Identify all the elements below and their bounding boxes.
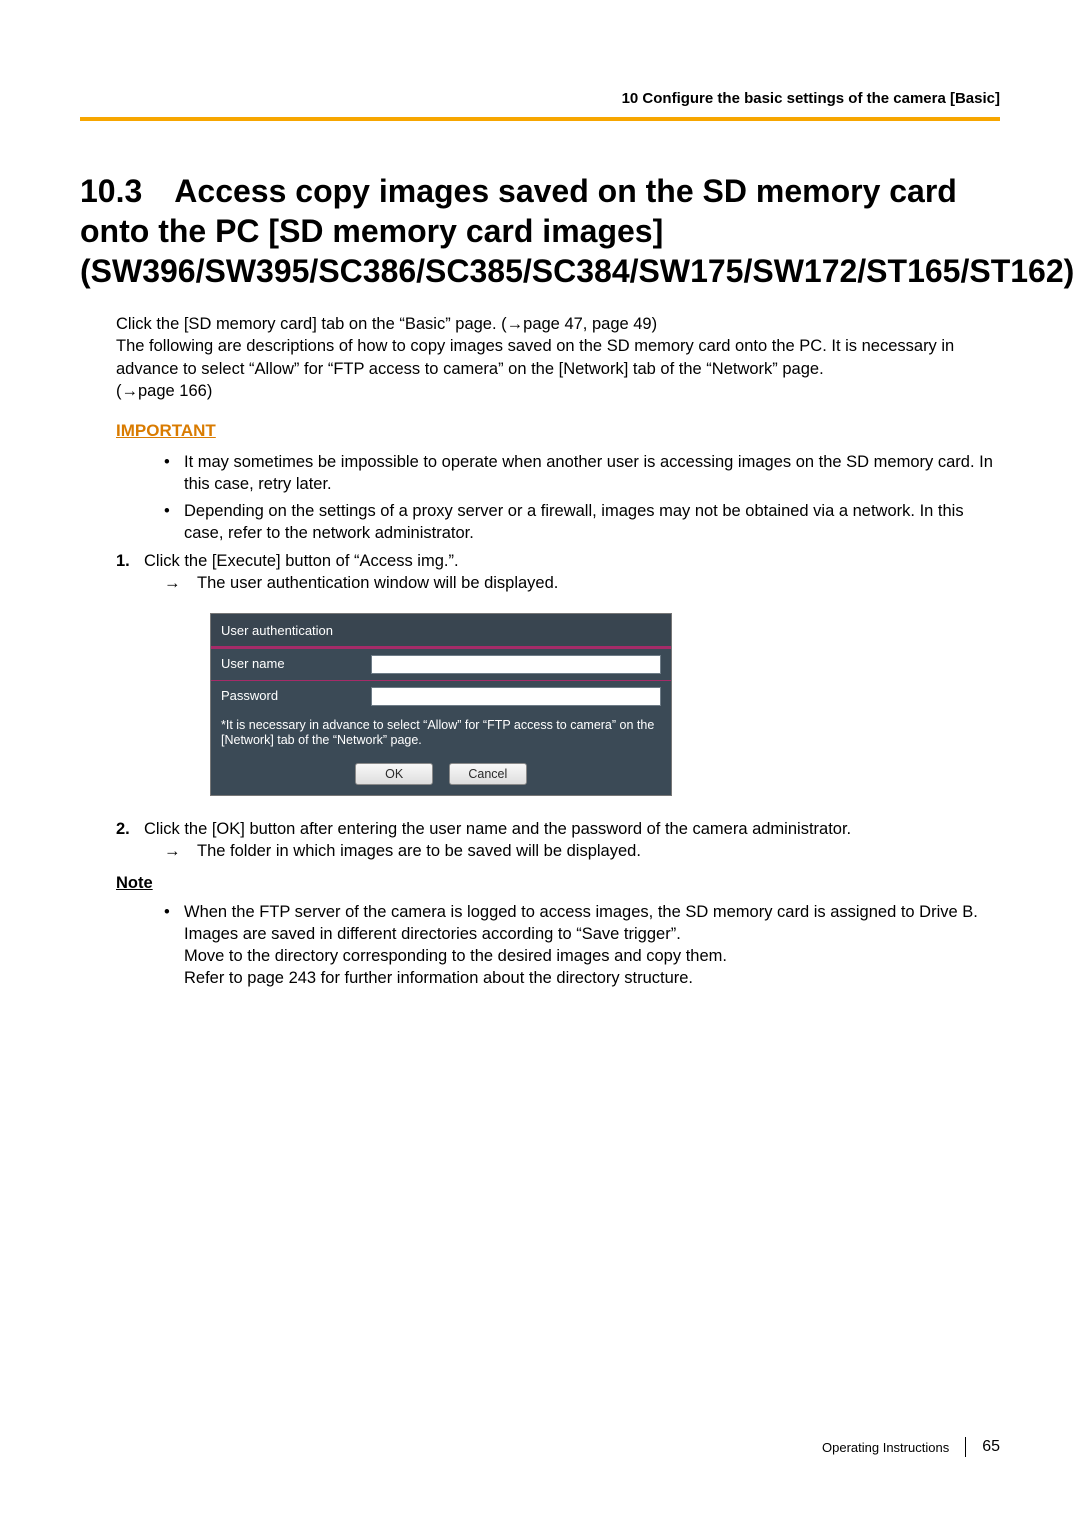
step-2-number: 2. bbox=[116, 818, 130, 840]
note-item-1-line-3: Move to the directory corresponding to t… bbox=[184, 947, 727, 965]
password-label: Password bbox=[221, 687, 371, 705]
footer-doc-title: Operating Instructions bbox=[822, 1440, 949, 1455]
note-item-1-line-2: Images are saved in different directorie… bbox=[184, 925, 681, 943]
cancel-button[interactable]: Cancel bbox=[449, 763, 527, 785]
intro-3a: ( bbox=[116, 382, 122, 400]
username-input[interactable] bbox=[371, 655, 661, 674]
dialog-footnote: *It is necessary in advance to select “A… bbox=[211, 712, 671, 757]
note-item-1-line-4: Refer to page 243 for further informatio… bbox=[184, 969, 693, 987]
username-row: User name bbox=[211, 648, 671, 680]
footer-separator bbox=[965, 1437, 966, 1457]
note-item-1: When the FTP server of the camera is log… bbox=[164, 901, 1000, 990]
step-1-number: 1. bbox=[116, 550, 130, 572]
important-item-1: It may sometimes be impossible to operat… bbox=[164, 451, 1000, 496]
user-auth-dialog: User authentication User name Password *… bbox=[210, 613, 672, 796]
intro-3b: page 166) bbox=[138, 382, 212, 400]
note-heading: Note bbox=[116, 872, 1000, 894]
header-rule bbox=[80, 117, 1000, 121]
footer-page-number: 65 bbox=[982, 1438, 1000, 1456]
step-2-text: Click the [OK] button after entering the… bbox=[144, 820, 851, 838]
running-header: 10 Configure the basic settings of the c… bbox=[80, 90, 1000, 107]
important-item-2: Depending on the settings of a proxy ser… bbox=[164, 500, 1000, 545]
intro-line-1: Click the [SD memory card] tab on the “B… bbox=[116, 313, 1000, 335]
step-1-result: → The user authentication window will be… bbox=[164, 572, 1000, 594]
page-footer: Operating Instructions 65 bbox=[822, 1437, 1000, 1457]
ok-button[interactable]: OK bbox=[355, 763, 433, 785]
password-input[interactable] bbox=[371, 687, 661, 706]
note-item-1-line-1: When the FTP server of the camera is log… bbox=[184, 903, 978, 921]
intro-line-3: (→page 166) bbox=[116, 380, 1000, 402]
section-title: 10.3 Access copy images saved on the SD … bbox=[80, 171, 1000, 291]
important-heading: IMPORTANT bbox=[116, 420, 1000, 443]
intro-line-2: The following are descriptions of how to… bbox=[116, 335, 1000, 380]
step-1-text: Click the [Execute] button of “Access im… bbox=[144, 552, 459, 570]
step-1: 1. Click the [Execute] button of “Access… bbox=[116, 550, 1000, 796]
intro-1b: page 47, page 49) bbox=[523, 315, 657, 333]
username-label: User name bbox=[221, 655, 371, 673]
dialog-title: User authentication bbox=[211, 614, 671, 648]
step-2: 2. Click the [OK] button after entering … bbox=[116, 818, 1000, 863]
step-2-result: → The folder in which images are to be s… bbox=[164, 840, 1000, 862]
intro-1a: Click the [SD memory card] tab on the “B… bbox=[116, 315, 507, 333]
dialog-button-row: OK Cancel bbox=[211, 757, 671, 795]
password-row: Password bbox=[211, 680, 671, 712]
